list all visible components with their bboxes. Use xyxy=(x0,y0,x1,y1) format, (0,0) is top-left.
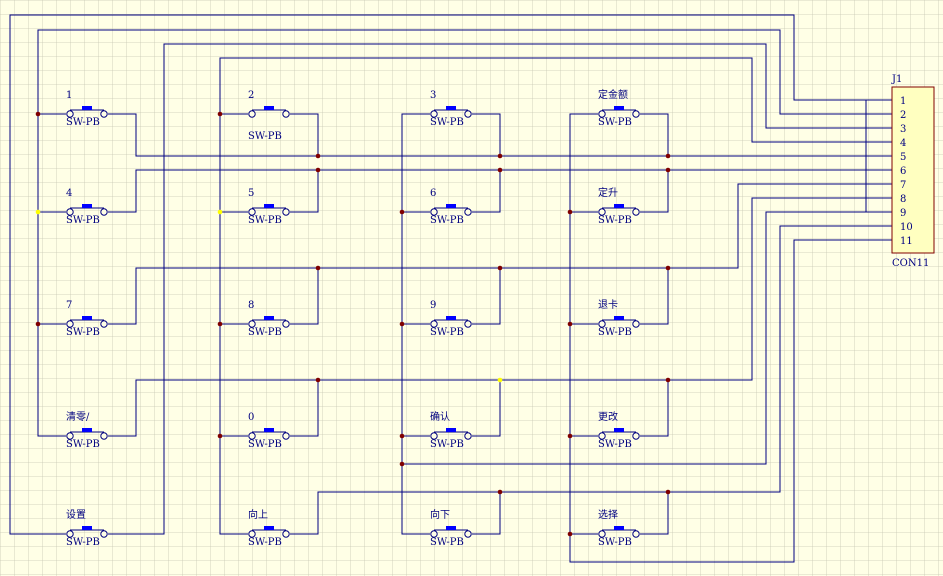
switch-part: SW-PB xyxy=(248,131,282,142)
switch-label: 2 xyxy=(248,90,254,101)
connector-pin: 4 xyxy=(900,138,906,149)
connector-pin: 2 xyxy=(900,110,906,121)
junction-dot xyxy=(665,167,671,173)
junction-dot xyxy=(567,321,573,327)
switch-label: 确认 xyxy=(430,410,450,423)
grid-background xyxy=(0,0,943,576)
switch-label: 向下 xyxy=(430,508,450,521)
connector-pin: 6 xyxy=(900,166,906,177)
connector-body xyxy=(891,86,935,254)
connector-pin: 8 xyxy=(900,194,906,205)
junction-dot xyxy=(567,531,573,537)
junction-dot xyxy=(399,433,405,439)
switch-part: SW-PB xyxy=(248,439,282,450)
junction-dot xyxy=(315,153,321,159)
connector-pin: 1 xyxy=(900,96,906,107)
junction-dot xyxy=(665,265,671,271)
switch-label: 更改 xyxy=(598,410,618,423)
switch-label: 0 xyxy=(248,412,254,423)
junction-dot xyxy=(217,111,223,117)
switch-part: SW-PB xyxy=(598,117,632,128)
switch-part: SW-PB xyxy=(430,439,464,450)
junction-dot xyxy=(217,433,223,439)
switch-label: 定金额 xyxy=(598,88,628,101)
connector-pin: 7 xyxy=(900,180,906,191)
switch-label: 6 xyxy=(430,188,436,199)
switch-label: 5 xyxy=(248,188,254,199)
junction-dot xyxy=(497,167,503,173)
switch-label: 选择 xyxy=(598,508,618,521)
junction-dot xyxy=(35,209,41,215)
switch-part: SW-PB xyxy=(430,537,464,548)
switch-part: SW-PB xyxy=(598,537,632,548)
connector-pin: 3 xyxy=(900,124,906,135)
switch-part: SW-PB xyxy=(66,537,100,548)
junction-dot xyxy=(217,321,223,327)
switch-label: 退卡 xyxy=(598,298,618,311)
junction-dot xyxy=(567,433,573,439)
switch-label: 7 xyxy=(66,300,72,311)
schematic-canvas: 1 SW-PB 2 SW-PB 3 SW-PB 定金额 SW-PB 4 SW-P… xyxy=(0,0,943,576)
switch-part: SW-PB xyxy=(66,215,100,226)
connector-pin: 5 xyxy=(900,152,906,163)
connector-part: CON11 xyxy=(892,258,929,269)
switch-label: 8 xyxy=(248,300,254,311)
junction-dot xyxy=(497,265,503,271)
switch-part: SW-PB xyxy=(430,215,464,226)
junction-dot xyxy=(315,265,321,271)
junction-dot xyxy=(665,377,671,383)
switch-part: SW-PB xyxy=(66,439,100,450)
junction-dot xyxy=(399,209,405,215)
junction-dot xyxy=(497,489,503,495)
switch-part: SW-PB xyxy=(66,327,100,338)
junction-dot xyxy=(35,321,41,327)
junction-dot xyxy=(497,377,503,383)
switch-label: 向上 xyxy=(248,508,268,521)
switch-part: SW-PB xyxy=(248,537,282,548)
connector-j1: J1 1 2 3 4 5 6 7 8 9 10 11 CON11 xyxy=(891,74,935,269)
switch-part: SW-PB xyxy=(598,327,632,338)
switch-part: SW-PB xyxy=(66,117,100,128)
junction-dot xyxy=(665,153,671,159)
switch-part: SW-PB xyxy=(248,327,282,338)
connector-pin: 11 xyxy=(900,236,913,247)
connector-designator: J1 xyxy=(891,74,902,85)
switch-part: SW-PB xyxy=(598,215,632,226)
junction-dot xyxy=(217,209,223,215)
junction-dot xyxy=(497,153,503,159)
junction-dot xyxy=(665,489,671,495)
switch-part: SW-PB xyxy=(430,117,464,128)
switch-label: 3 xyxy=(430,90,436,101)
switch-label: 4 xyxy=(66,188,72,199)
switch-label: 9 xyxy=(430,300,436,311)
switch-label: 定升 xyxy=(598,186,618,199)
junction-dot xyxy=(567,209,573,215)
connector-pin: 9 xyxy=(900,208,906,219)
junction-dot xyxy=(399,461,405,467)
junction-dot xyxy=(35,111,41,117)
junction-dot xyxy=(315,377,321,383)
switch-label: 清零/ xyxy=(66,410,90,423)
junction-dot xyxy=(399,321,405,327)
switch-part: SW-PB xyxy=(430,327,464,338)
switch-label: 设置 xyxy=(66,509,86,521)
switch-part: SW-PB xyxy=(248,215,282,226)
connector-pin: 10 xyxy=(900,222,913,233)
junction-dot xyxy=(315,167,321,173)
switch-part: SW-PB xyxy=(598,439,632,450)
switch-label: 1 xyxy=(66,90,72,101)
